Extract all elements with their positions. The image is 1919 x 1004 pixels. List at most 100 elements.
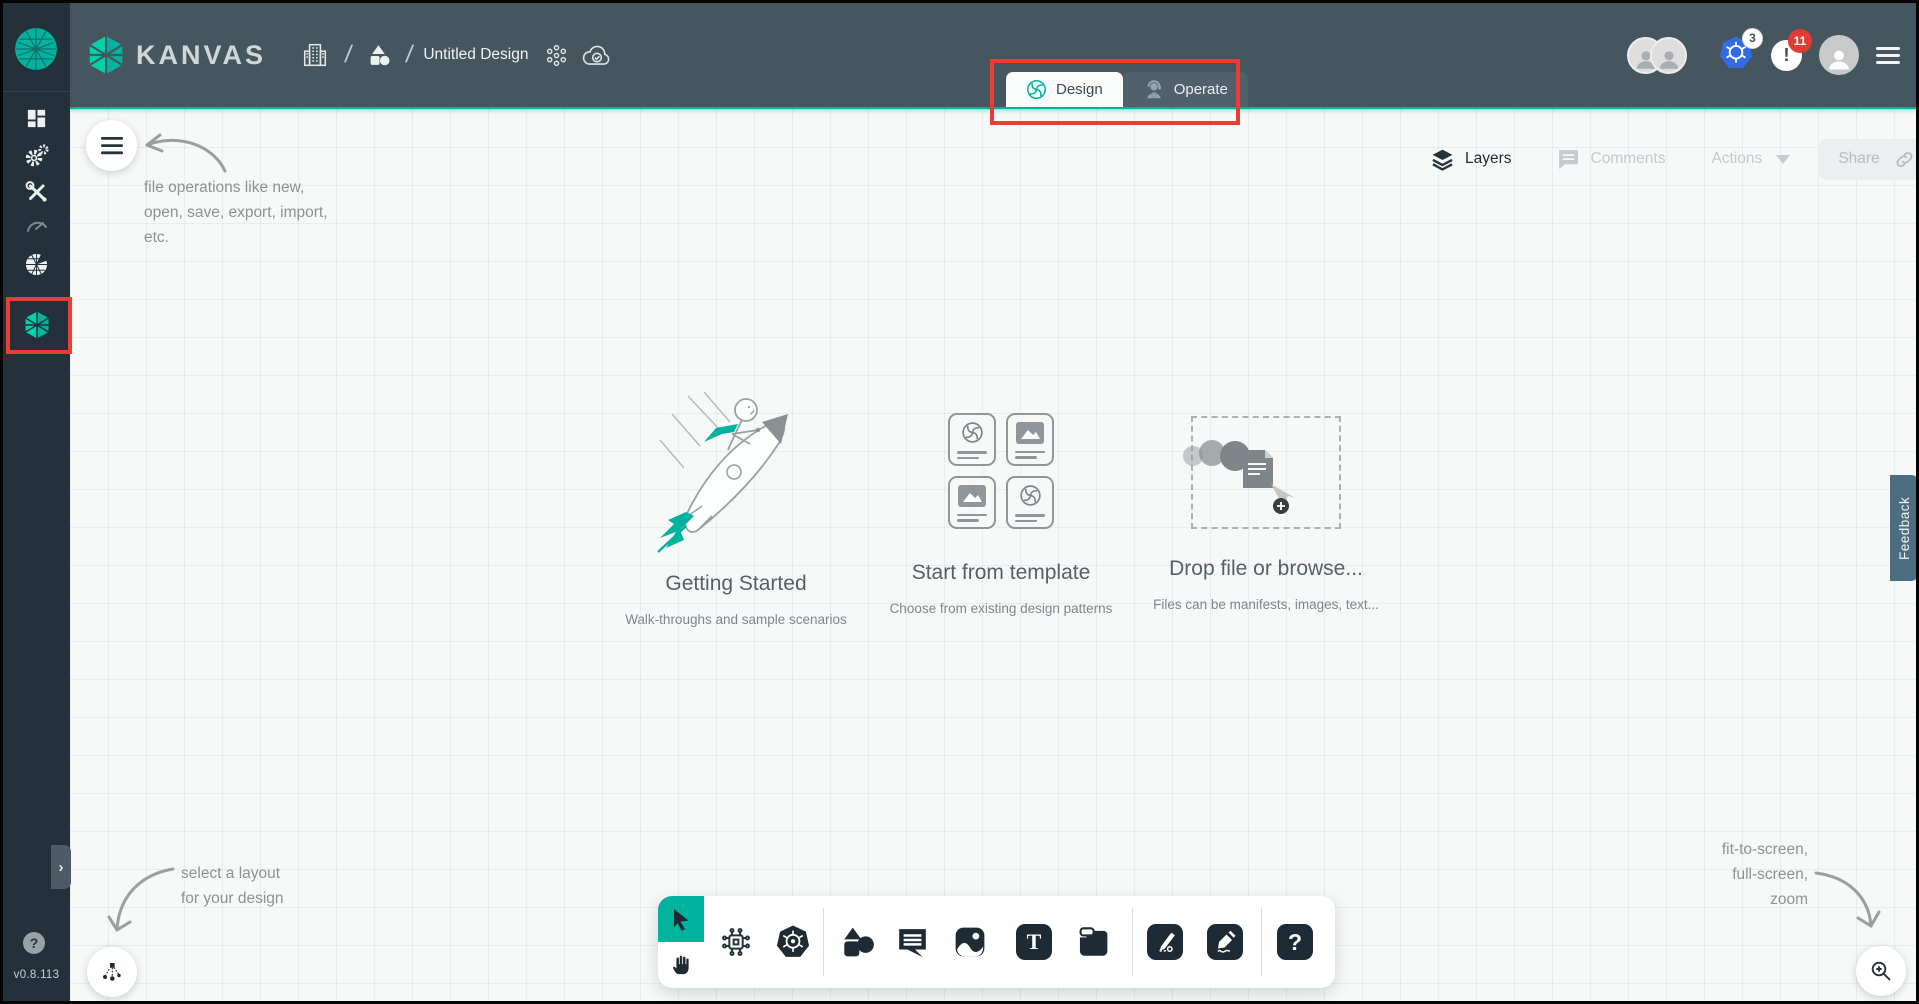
annotation-arrow-zoom xyxy=(1803,863,1888,938)
comments-label: Comments xyxy=(1591,150,1666,168)
sidebar-item-kanvas[interactable] xyxy=(3,307,70,343)
actions-dropdown[interactable]: Actions xyxy=(1711,150,1790,168)
header-breadcrumb-row: KANVAS / / Untitled Design xyxy=(88,3,612,107)
comment-tool-button[interactable] xyxy=(894,924,930,960)
sidebar-item-dashboard[interactable] xyxy=(3,100,70,136)
left-sidebar: › ? v0.8.113 xyxy=(3,3,70,1001)
image-tool-button[interactable] xyxy=(952,924,988,960)
getting-started-card[interactable]: Getting Started Walk-throughs and sample… xyxy=(606,388,866,627)
zoom-in-icon xyxy=(1869,959,1893,983)
tab-operate[interactable]: Operate xyxy=(1123,72,1248,107)
card-subtitle: Walk-throughs and sample scenarios xyxy=(606,612,866,627)
start-from-template-card[interactable]: Start from template Choose from existing… xyxy=(871,388,1131,616)
select-tool-button[interactable] xyxy=(658,896,704,942)
pinwheel-icon xyxy=(1018,483,1043,508)
pan-tool-button[interactable] xyxy=(658,942,704,988)
component-tool-button[interactable] xyxy=(718,924,754,960)
annotation-file-ops: file operations like new, open, save, ex… xyxy=(144,175,328,250)
shapes-tool-button[interactable] xyxy=(840,924,876,960)
avatar-icon xyxy=(1650,37,1687,74)
pinwheel-icon xyxy=(960,420,985,445)
cursor-icon xyxy=(669,907,693,931)
help-button[interactable]: ? xyxy=(23,932,45,954)
feedback-tab[interactable]: Feedback xyxy=(1890,475,1919,581)
template-thumbnails xyxy=(871,413,1131,529)
speedometer-icon xyxy=(25,215,49,235)
card-title: Drop file or browse... xyxy=(1136,557,1396,581)
link-icon xyxy=(1894,149,1915,170)
share-label: Share xyxy=(1838,150,1879,168)
menu-icon xyxy=(101,137,123,155)
card-subtitle: Files can be manifests, images, text... xyxy=(1136,597,1396,612)
notification-count-badge: 11 xyxy=(1788,29,1812,53)
sidebar-divider xyxy=(3,91,70,92)
design-toolbar: T ? xyxy=(658,896,1335,988)
card-title: Getting Started xyxy=(606,572,866,596)
toolbar-divider xyxy=(1132,908,1133,976)
mode-tabs: Design Operate xyxy=(1006,72,1248,107)
layers-toggle[interactable]: Layers xyxy=(1430,147,1512,172)
sidebar-item-toolbox[interactable] xyxy=(3,174,70,210)
annotation-arrow-file-ops xyxy=(133,121,243,181)
annotation-arrow-layout xyxy=(103,858,193,943)
kanvas-app: › ? v0.8.113 KANVAS / xyxy=(0,0,1919,1004)
sketch-tool-button[interactable] xyxy=(1207,924,1243,960)
mesh-sphere-icon xyxy=(24,252,49,277)
comment-icon xyxy=(896,926,929,959)
tab-design[interactable]: Design xyxy=(1006,72,1123,107)
frame-tool-button[interactable] xyxy=(1075,924,1111,960)
top-header: KANVAS / / Untitled Design xyxy=(70,3,1916,109)
image-thumb-icon xyxy=(957,484,987,508)
mesh-pattern-icon[interactable] xyxy=(544,43,569,68)
share-button[interactable]: Share xyxy=(1818,139,1919,180)
text-tool-button[interactable]: T xyxy=(1016,924,1052,960)
organization-icon[interactable] xyxy=(302,42,328,68)
sidebar-item-lifecycle[interactable] xyxy=(3,138,70,174)
layers-icon xyxy=(1430,147,1455,172)
card-title: Start from template xyxy=(871,561,1131,585)
toolbar-divider xyxy=(1261,908,1262,976)
actions-label: Actions xyxy=(1711,150,1762,168)
kanvas-logo-text: KANVAS xyxy=(136,40,266,71)
kanvas-logo-icon[interactable] xyxy=(88,35,124,75)
cloud-sync-icon[interactable] xyxy=(582,43,612,67)
collaborator-avatars[interactable] xyxy=(1627,37,1687,74)
breadcrumb-separator: / xyxy=(404,41,415,69)
toolbar-help-button[interactable]: ? xyxy=(1277,924,1313,960)
sidebar-item-performance[interactable] xyxy=(3,207,70,243)
zoom-fab[interactable] xyxy=(1856,946,1906,996)
dashboard-icon xyxy=(25,107,48,130)
drop-zone[interactable] xyxy=(1191,416,1341,529)
header-menu-icon[interactable] xyxy=(1876,43,1900,68)
design-tab-icon xyxy=(1026,79,1047,100)
notifications-button[interactable]: ! 11 xyxy=(1771,40,1802,71)
kubernetes-context-button[interactable]: 3 xyxy=(1718,35,1754,76)
toolbar-divider xyxy=(823,908,824,976)
header-actions: 3 ! 11 xyxy=(1627,3,1900,107)
layers-label: Layers xyxy=(1465,150,1512,168)
kubernetes-icon xyxy=(775,924,811,960)
image-thumb-icon xyxy=(1015,421,1045,445)
comments-toggle[interactable]: Comments xyxy=(1556,147,1666,172)
chip-icon xyxy=(720,926,752,958)
drop-file-illustration xyxy=(1181,418,1331,527)
sidebar-expander[interactable]: › xyxy=(51,845,71,889)
canvas-top-bar: Layers Comments Actions Share xyxy=(1430,137,1919,181)
operate-tab-icon xyxy=(1143,79,1165,101)
edge-tool-button[interactable] xyxy=(1147,924,1183,960)
meshery-logo-icon[interactable] xyxy=(14,27,58,71)
file-menu-fab[interactable] xyxy=(86,120,137,171)
sidebar-item-extensions[interactable] xyxy=(3,246,70,282)
text-tool-glyph: T xyxy=(1027,929,1042,955)
layout-graph-icon xyxy=(101,962,123,982)
kanvas-icon xyxy=(24,311,50,339)
design-shapes-icon[interactable] xyxy=(367,43,392,68)
design-name[interactable]: Untitled Design xyxy=(423,46,528,64)
user-avatar[interactable] xyxy=(1819,35,1859,75)
drop-file-card[interactable]: Drop file or browse... Files can be mani… xyxy=(1136,388,1396,612)
kubernetes-tool-button[interactable] xyxy=(775,924,811,960)
layout-fab[interactable] xyxy=(87,947,137,997)
annotation-layout: select a layout for your design xyxy=(181,861,284,911)
pencil-icon xyxy=(1213,930,1237,954)
pen-path-icon xyxy=(1153,930,1177,954)
